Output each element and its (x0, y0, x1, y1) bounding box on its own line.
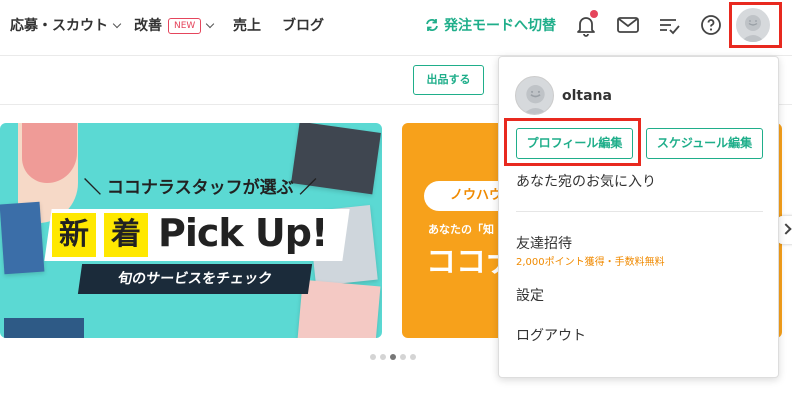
help-icon (701, 15, 721, 35)
dropdown-username: oltana (562, 88, 612, 104)
invite-note: 2,000ポイント獲得・手数料無料 (516, 257, 665, 268)
top-navigation: 応募・スカウト 改善 NEW 売上 ブログ 発注モードへ切替 (0, 0, 792, 50)
nav-improvement-label: 改善 (134, 18, 162, 34)
tasks-button[interactable] (656, 12, 682, 38)
new-badge: NEW (168, 18, 202, 34)
nav-applications-scout[interactable]: 応募・スカウト (10, 15, 122, 35)
banner-char-2: 着 (104, 213, 148, 257)
photo-thumbnail (297, 279, 381, 338)
carousel-next-button[interactable] (778, 216, 792, 244)
banner-pickup[interactable]: ＼ ココナラスタッフが選ぶ ／ 新 着 Pick Up! 旬のサービスをチェック (0, 123, 382, 338)
switch-mode-label: 発注モードへ切替 (444, 18, 556, 34)
menu-item-favorites[interactable]: あなた宛のお気に入り (516, 171, 656, 191)
notification-button[interactable] (573, 10, 599, 38)
nav-blog[interactable]: ブログ (282, 15, 324, 35)
switch-mode-button[interactable]: 発注モードへ切替 (424, 15, 556, 35)
avatar-icon (523, 85, 548, 114)
chevron-right-icon (780, 223, 792, 235)
task-list-icon (660, 19, 680, 35)
menu-item-logout[interactable]: ログアウト (516, 325, 586, 345)
dropdown-divider (516, 211, 763, 212)
banner-headline-text: ココナラスタッフが選ぶ (106, 178, 294, 198)
carousel-dot[interactable] (380, 354, 386, 360)
chevron-down-icon (112, 19, 122, 29)
notification-dot (590, 10, 598, 18)
menu-item-settings[interactable]: 設定 (516, 285, 544, 305)
banner-pickup-text: Pick Up! (158, 211, 328, 255)
menu-item-invite-friends[interactable]: 友達招待 (516, 233, 572, 253)
banner-subtitle: 旬のサービスをチェック (77, 264, 313, 294)
carousel-dot[interactable] (410, 354, 416, 360)
help-button[interactable] (698, 12, 724, 38)
carousel-dot[interactable] (400, 354, 406, 360)
banner-small-text: あなたの「知 (428, 223, 494, 236)
nav-improvement[interactable]: 改善 NEW (134, 15, 215, 36)
chevron-down-icon (206, 19, 215, 29)
mail-icon (617, 17, 639, 33)
photo-thumbnail (4, 318, 84, 338)
banner-headline: ＼ ココナラスタッフが選ぶ ／ (84, 178, 317, 198)
nav-applications-scout-label: 応募・スカウト (10, 18, 108, 34)
photo-thumbnail (0, 201, 45, 275)
carousel-dot[interactable] (370, 354, 376, 360)
account-dropdown-menu: oltana プロフィール編集 スケジュール編集 あなた宛のお気に入り 友達招待… (498, 56, 779, 378)
dropdown-avatar (515, 76, 554, 115)
banner-char-1: 新 (52, 213, 96, 257)
nav-sales[interactable]: 売上 (233, 15, 261, 35)
avatar-highlight-box (729, 2, 782, 48)
messages-button[interactable] (615, 12, 641, 38)
create-listing-button[interactable]: 出品する (413, 65, 484, 95)
edit-schedule-button[interactable]: スケジュール編集 (646, 128, 763, 159)
refresh-icon (426, 19, 438, 31)
profile-edit-highlight-box (504, 118, 641, 166)
carousel-dot-active[interactable] (390, 354, 396, 360)
